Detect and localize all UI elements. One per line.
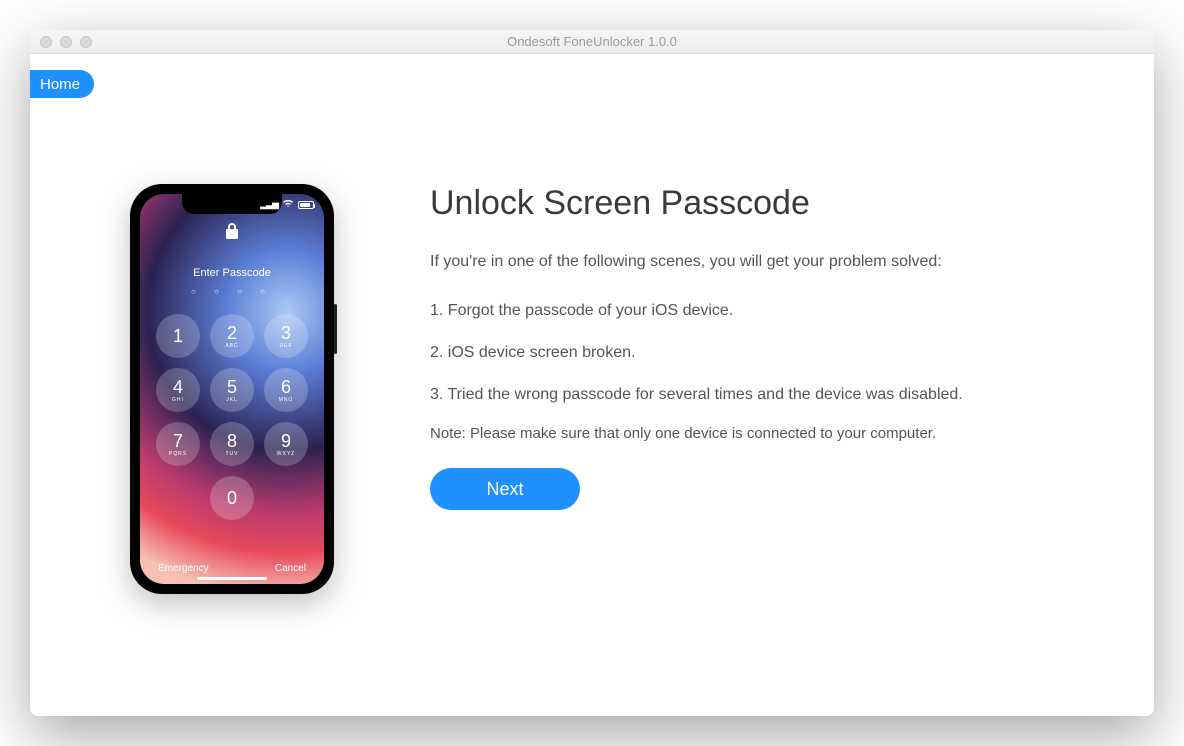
wifi-icon bbox=[282, 199, 294, 210]
key-sub: JKL bbox=[226, 397, 238, 403]
titlebar: Ondesoft FoneUnlocker 1.0.0 bbox=[30, 30, 1154, 54]
scenario-2: 2. iOS device screen broken. bbox=[430, 341, 990, 365]
passcode-dots: ○ ○ ○ ○ bbox=[140, 287, 324, 296]
key-num: 1 bbox=[173, 327, 183, 345]
enter-passcode-label: Enter Passcode bbox=[140, 267, 324, 279]
keypad-key: 9WXYZ bbox=[264, 422, 308, 466]
phone-illustration: ▂▃▅ Enter Passcode ○ ○ ○ ○ 1 2ABC bbox=[130, 184, 360, 594]
home-indicator bbox=[197, 577, 267, 580]
key-sub: TUV bbox=[226, 451, 239, 457]
keypad-key: 5JKL bbox=[210, 368, 254, 412]
emergency-label: Emergency bbox=[158, 563, 209, 574]
note-text: Note: Please make sure that only one dev… bbox=[430, 425, 1084, 442]
lock-icon bbox=[140, 222, 324, 245]
key-num: 8 bbox=[227, 432, 237, 450]
phone-screen: ▂▃▅ Enter Passcode ○ ○ ○ ○ 1 2ABC bbox=[140, 194, 324, 584]
key-num: 0 bbox=[227, 489, 237, 507]
next-button[interactable]: Next bbox=[430, 468, 580, 510]
keypad-key: 8TUV bbox=[210, 422, 254, 466]
key-num: 4 bbox=[173, 378, 183, 396]
signal-icon: ▂▃▅ bbox=[260, 199, 278, 210]
status-bar: ▂▃▅ bbox=[260, 199, 314, 210]
keypad-key: 6MNO bbox=[264, 368, 308, 412]
key-sub: MNO bbox=[279, 397, 294, 403]
keypad: 1 2ABC 3DEF 4GHI 5JKL 6MNO 7PQRS 8TUV 9W… bbox=[140, 314, 324, 520]
window-title: Ondesoft FoneUnlocker 1.0.0 bbox=[30, 34, 1154, 49]
key-sub: DEF bbox=[280, 343, 293, 349]
key-num: 3 bbox=[281, 324, 291, 342]
keypad-key: 4GHI bbox=[156, 368, 200, 412]
battery-icon bbox=[298, 201, 314, 209]
cancel-label: Cancel bbox=[275, 563, 306, 574]
intro-text: If you're in one of the following scenes… bbox=[430, 253, 1084, 271]
key-num: 2 bbox=[227, 324, 237, 342]
keypad-key: 3DEF bbox=[264, 314, 308, 358]
key-num: 5 bbox=[227, 378, 237, 396]
app-window: Ondesoft FoneUnlocker 1.0.0 Home ▂▃▅ bbox=[30, 30, 1154, 716]
home-tab[interactable]: Home bbox=[30, 70, 94, 98]
key-sub: WXYZ bbox=[277, 451, 295, 457]
scenario-3: 3. Tried the wrong passcode for several … bbox=[430, 383, 990, 407]
keypad-key: 2ABC bbox=[210, 314, 254, 358]
key-num: 9 bbox=[281, 432, 291, 450]
key-num: 7 bbox=[173, 432, 183, 450]
text-column: Unlock Screen Passcode If you're in one … bbox=[430, 184, 1084, 594]
scenario-1: 1. Forgot the passcode of your iOS devic… bbox=[430, 299, 990, 323]
key-sub: PQRS bbox=[169, 451, 187, 457]
phone-bottom-bar: Emergency Cancel bbox=[140, 563, 324, 574]
page-title: Unlock Screen Passcode bbox=[430, 184, 1084, 223]
keypad-key: 7PQRS bbox=[156, 422, 200, 466]
content-area: ▂▃▅ Enter Passcode ○ ○ ○ ○ 1 2ABC bbox=[30, 54, 1154, 594]
key-sub: GHI bbox=[172, 397, 184, 403]
key-sub: ABC bbox=[225, 343, 238, 349]
key-num: 6 bbox=[281, 378, 291, 396]
home-tab-label: Home bbox=[40, 76, 80, 93]
keypad-key: 0 bbox=[210, 476, 254, 520]
phone-frame: ▂▃▅ Enter Passcode ○ ○ ○ ○ 1 2ABC bbox=[130, 184, 334, 594]
keypad-key: 1 bbox=[156, 314, 200, 358]
